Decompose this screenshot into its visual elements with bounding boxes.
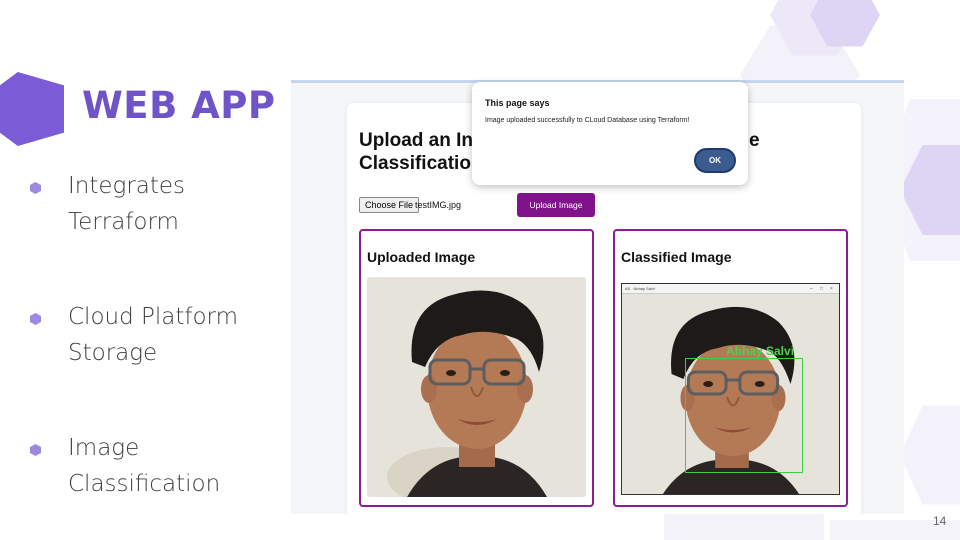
- uploaded-image-panel: Uploaded Image: [359, 229, 594, 507]
- face-detection-box: [685, 358, 803, 473]
- bullet-item: Image Classification: [30, 430, 258, 502]
- title-hexagon-icon: [0, 72, 64, 146]
- dialog-message: Image uploaded successfully to CLoud Dat…: [485, 117, 690, 124]
- viewer-title: AS · Abhay Salvi: [625, 286, 655, 291]
- slide-title: WEB APP: [82, 84, 276, 127]
- bullet-item: Cloud Platform Storage: [30, 299, 258, 371]
- close-icon[interactable]: ×: [830, 286, 833, 292]
- panel-title: Uploaded Image: [367, 249, 476, 265]
- bullet-hexagon-icon: [30, 182, 41, 194]
- ok-button[interactable]: OK: [694, 148, 736, 173]
- dialog-title: This page says: [485, 98, 550, 108]
- classified-image-viewer: AS · Abhay Salvi – □ × Abhay Salvi: [621, 283, 840, 495]
- uploaded-photo: [367, 277, 586, 497]
- bullet-text: Storage: [68, 340, 158, 366]
- bullet-text: Cloud Platform: [68, 304, 239, 330]
- heading-tail: e: [749, 130, 760, 151]
- bullet-hexagon-icon: [30, 313, 41, 325]
- decorative-strip: [664, 514, 824, 540]
- selected-file-name: testIMG.jpg: [415, 200, 462, 210]
- classified-image-panel: Classified Image AS · Abhay Salvi – □ ×: [613, 229, 848, 507]
- bullet-item: Integrates Terraform: [30, 168, 258, 240]
- alert-dialog: This page says Image uploaded successful…: [472, 82, 748, 185]
- bullet-text: Integrates: [68, 173, 186, 199]
- minimize-icon[interactable]: –: [810, 286, 813, 292]
- decorative-hexagon: [900, 405, 960, 505]
- maximize-icon[interactable]: □: [820, 286, 823, 292]
- upload-image-button[interactable]: Upload Image: [517, 193, 595, 217]
- bullet-text: Image: [68, 435, 140, 461]
- page-number: 14: [933, 514, 947, 528]
- detection-label: Abhay Salvi: [726, 344, 795, 358]
- bullet-hexagon-icon: [30, 444, 41, 456]
- choose-file-button[interactable]: Choose File: [359, 197, 420, 213]
- viewer-title-bar: AS · Abhay Salvi – □ ×: [622, 284, 839, 294]
- panel-title: Classified Image: [621, 249, 732, 265]
- bullet-text: Classification: [68, 471, 221, 497]
- bullet-text: Terraform: [68, 209, 179, 235]
